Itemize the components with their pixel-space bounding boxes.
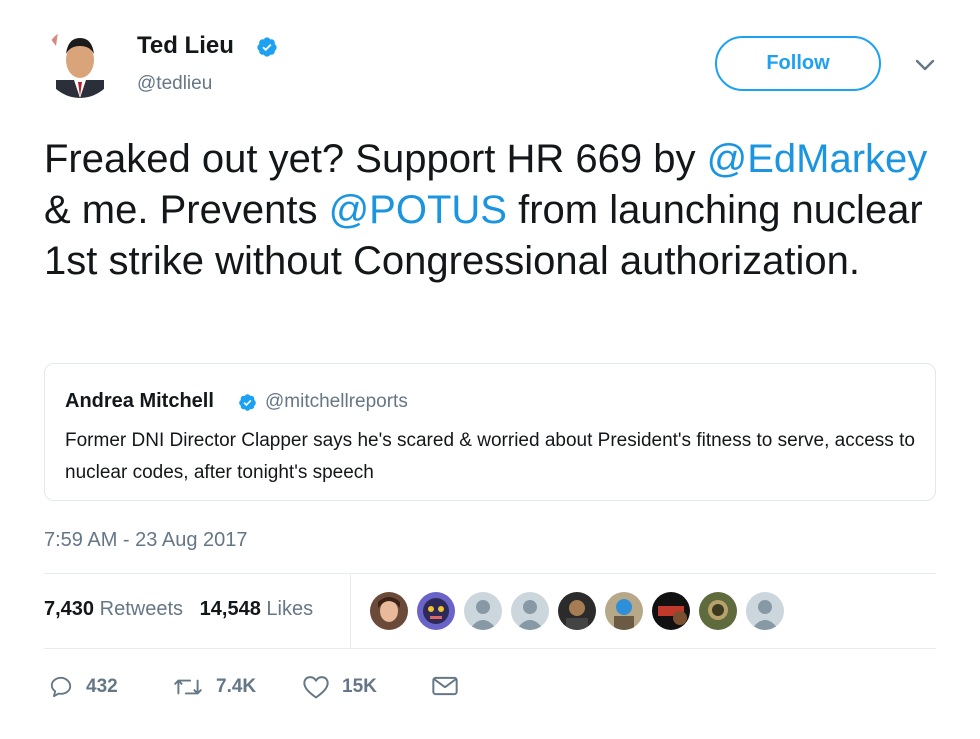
retweets-stat[interactable]: 7,430 Retweets [44,598,183,620]
liker-avatar[interactable] [605,592,643,630]
liker-avatar[interactable] [746,592,784,630]
likes-label: Likes [266,598,314,620]
reply-icon [50,676,72,698]
liker-avatar[interactable] [652,592,690,630]
retweet-count: 7.4K [216,676,257,697]
tweet-text-part: Freaked out yet? Support HR 669 by [44,137,707,181]
liker-avatar[interactable] [558,592,596,630]
reply-count: 432 [86,676,118,697]
author-name[interactable]: Ted Lieu [137,32,234,60]
verified-badge-icon [239,394,256,411]
tweet-text: Freaked out yet? Support HR 669 by @EdMa… [44,134,944,287]
retweet-action[interactable]: 7.4K [172,674,256,700]
tweet-timestamp[interactable]: 7:59 AM - 23 Aug 2017 [44,529,248,552]
verified-badge-icon [257,37,277,57]
retweets-count: 7,430 [44,598,95,620]
mention-link-edmarkey[interactable]: @EdMarkey [707,137,928,181]
liker-avatar[interactable] [511,592,549,630]
tweet-text-part: & me. Prevents [44,188,329,232]
liker-avatar[interactable] [370,592,408,630]
chevron-down-icon[interactable] [913,57,937,73]
tweet-stats: 7,430 Retweets 14,548 Likes [44,598,313,621]
divider [350,574,351,648]
envelope-icon [432,676,458,696]
liker-avatar[interactable] [699,592,737,630]
liker-avatar[interactable] [417,592,455,630]
direct-message-action[interactable] [431,674,471,698]
author-avatar[interactable] [44,26,116,98]
liker-avatar[interactable] [464,592,502,630]
quoted-author-handle: @mitchellreports [265,391,408,412]
quoted-tweet-text: Former DNI Director Clapper says he's sc… [65,430,915,483]
like-count: 15K [342,676,377,697]
reply-action[interactable]: 432 [48,674,118,700]
divider [44,573,936,574]
follow-button[interactable]: Follow [715,36,881,91]
likes-count: 14,548 [199,598,261,620]
heart-icon [303,676,329,699]
quoted-author-name: Andrea Mitchell [65,390,214,412]
retweets-label: Retweets [99,598,183,620]
likes-stat[interactable]: 14,548 Likes [200,598,313,620]
divider [44,648,936,649]
author-handle[interactable]: @tedlieu [137,73,212,95]
retweet-icon [174,679,202,695]
like-action[interactable]: 15K [302,674,377,700]
mention-link-potus[interactable]: @POTUS [329,188,507,232]
quoted-tweet[interactable]: Andrea Mitchell @mitchellreports Former … [44,363,936,501]
